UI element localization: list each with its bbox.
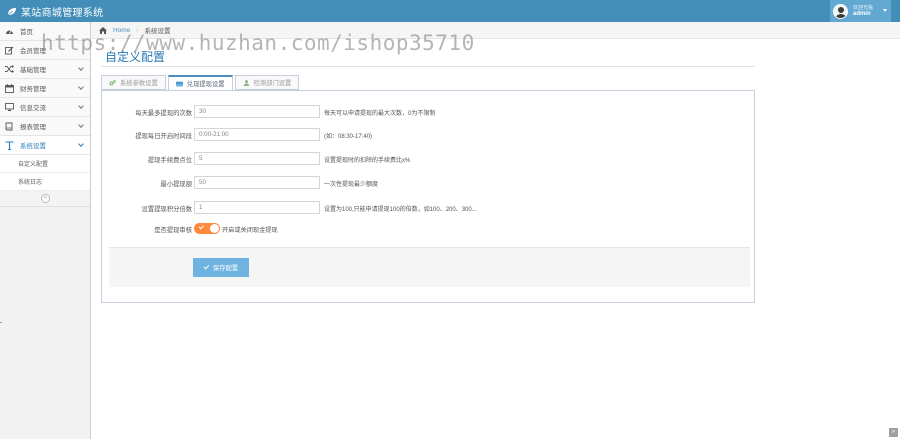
sidebar-item-label: 首页 [20, 29, 33, 36]
sidebar-item-label: 基础管理 [20, 67, 46, 74]
time-window-label: 提现每日开启时间段 [135, 133, 192, 140]
avatar [833, 3, 848, 19]
sidebar-item-basic[interactable]: 基础管理 [0, 60, 90, 79]
dashboard-icon [5, 27, 14, 36]
edit-icon [5, 46, 14, 55]
chevron-down-icon [78, 122, 84, 128]
sidebar-item-label: 系统设置 [20, 143, 46, 150]
min-amount-hint: 一次性提现最少额度 [324, 182, 379, 188]
daily-limit-hint: 每天可以申请提现的最大次数，0为不限制 [324, 111, 436, 117]
form-row-multiple: 设置提现积分倍数 设置为100,只能申请提现100的倍数，如100、200、30… [102, 201, 756, 214]
fee-rate-hint: 设置提现时的扣除的手续费比x% [324, 158, 411, 164]
daily-limit-label: 每天最多提现的次数 [135, 110, 192, 117]
check-icon [203, 263, 210, 270]
monitor-icon [5, 103, 14, 112]
leaf-icon [7, 7, 16, 15]
title-divider [101, 66, 755, 67]
brand[interactable]: 某站商城管理系统 [7, 4, 104, 19]
form-actions: 保存配置 [109, 247, 750, 287]
time-window-hint: (如：08:30-17:40) [324, 134, 373, 140]
shuffle-icon [5, 65, 14, 74]
credit-card-icon [175, 81, 183, 86]
form-row-time-window: 提现每日开启时间段 (如：08:30-17:40) [102, 128, 756, 141]
min-amount-input[interactable] [194, 176, 320, 189]
fee-rate-label: 提现手续费点位 [147, 157, 192, 164]
top-navbar: 某站商城管理系统 欢迎光临 admin [0, 0, 900, 22]
tools-icon [5, 140, 14, 150]
save-config-label: 保存配置 [212, 265, 239, 272]
chevron-down-icon [78, 84, 84, 90]
settings-panel: 每天最多提现的次数 每天可以申请提现的最大次数，0为不限制 提现每日开启时间段 … [101, 90, 755, 303]
tab-bar: 系统参数设置 兑现提现设置 检测部门设置 [101, 75, 301, 91]
chevron-down-icon [78, 141, 84, 147]
form-row-review: 是否提现审核 开启或关闭现金提现 [102, 222, 756, 235]
caret-down-icon [883, 9, 887, 12]
sidebar-subitem-system-log[interactable]: 系统日志 [0, 173, 90, 191]
fee-rate-input[interactable] [194, 152, 320, 165]
review-toggle[interactable] [194, 223, 220, 234]
sidebar-item-label: 财务管理 [20, 86, 46, 93]
review-label: 是否提现审核 [154, 227, 192, 234]
app-title: 某站商城管理系统 [21, 7, 104, 19]
tab-department-settings[interactable]: 检测部门设置 [234, 75, 300, 90]
sidebar-item-label: 信息交流 [20, 105, 46, 112]
sidebar-item-settings[interactable]: 系统设置 [0, 136, 90, 155]
form-row-fee-rate: 提现手续费点位 设置提现时的扣除的手续费比x% [102, 152, 756, 165]
chevron-down-icon [78, 103, 84, 109]
sidebar-item-label: 报表管理 [20, 124, 46, 131]
collapse-sidebar-icon[interactable]: « [41, 194, 50, 203]
user-icon [243, 79, 249, 86]
sidebar-item-messages[interactable]: 信息交流 [0, 98, 90, 117]
form-row-daily-limit: 每天最多提现的次数 每天可以申请提现的最大次数，0为不限制 [102, 105, 756, 118]
user-name: admin [853, 11, 871, 17]
edge-marker [0, 322, 2, 323]
sidebar-item-finance[interactable]: 财务管理 [0, 79, 90, 98]
tab-system-params[interactable]: 系统参数设置 [101, 75, 166, 90]
multiple-label: 设置提现积分倍数 [141, 206, 192, 213]
scroll-top-icon[interactable]: » [889, 428, 898, 437]
review-toggle-text: 开启或关闭现金提现 [222, 227, 278, 234]
sidebar-subitem-custom-config[interactable]: 自定义配置 [0, 155, 90, 173]
check-icon [198, 223, 205, 230]
tab-label: 系统参数设置 [120, 80, 158, 87]
user-menu[interactable]: 欢迎光临 admin [830, 0, 891, 22]
sidebar: 首页 会员管理 基础管理 财务管理 信息交流 报表管理 系统设置 自定义配置 系… [0, 22, 91, 439]
sidebar-item-reports[interactable]: 报表管理 [0, 117, 90, 136]
book-icon [5, 122, 14, 131]
time-window-input[interactable] [194, 128, 320, 141]
calendar-icon [5, 83, 14, 93]
form-row-min-amount: 最小提现额 一次性提现最少额度 [102, 176, 756, 189]
watermark: https://www.huzhan.com/ishop35710 [41, 31, 475, 55]
tab-withdraw-settings[interactable]: 兑现提现设置 [167, 75, 233, 91]
tab-label: 兑现提现设置 [186, 81, 225, 88]
save-config-button[interactable]: 保存配置 [193, 258, 249, 277]
sidebar-collapse-bar: « [0, 191, 90, 207]
tab-label: 检测部门设置 [253, 80, 292, 87]
multiple-hint: 设置为100,只能申请提现100的倍数，如100、200、300... [324, 207, 477, 213]
daily-limit-input[interactable] [194, 105, 320, 118]
toggle-knob [210, 224, 219, 233]
multiple-input[interactable] [194, 201, 320, 214]
cogs-icon [109, 79, 116, 85]
chevron-down-icon [78, 65, 84, 71]
min-amount-label: 最小提现额 [160, 181, 192, 188]
